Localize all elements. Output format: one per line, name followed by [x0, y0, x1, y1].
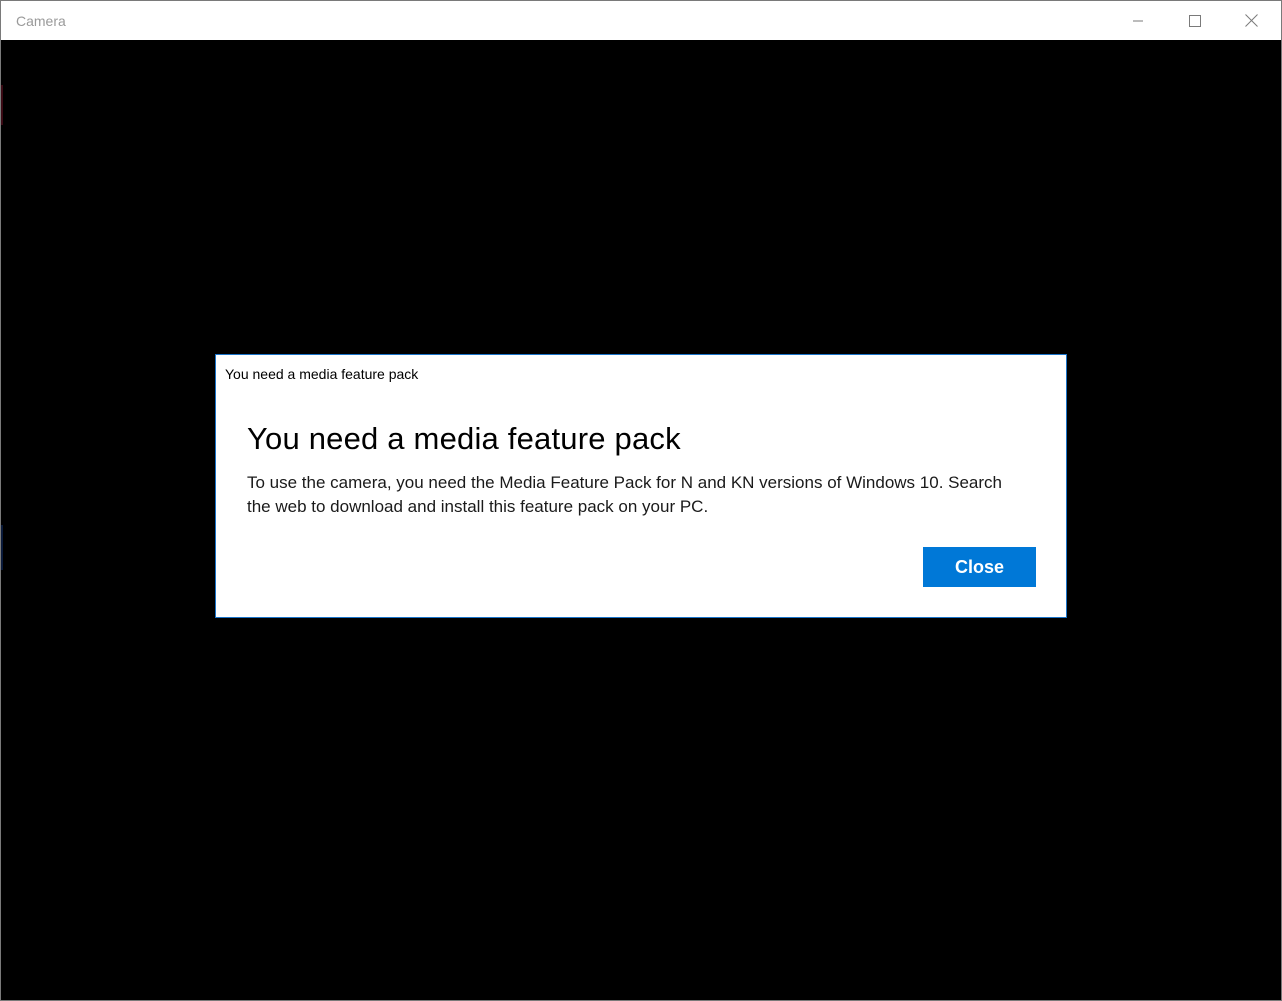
window-title: Camera	[16, 13, 66, 29]
edge-highlight	[1, 85, 3, 125]
close-window-button[interactable]	[1223, 1, 1280, 40]
camera-viewport: You need a media feature pack You need a…	[1, 40, 1281, 1000]
dialog-message: To use the camera, you need the Media Fe…	[247, 473, 1002, 516]
camera-window: Camera You need a media feature pack You…	[0, 0, 1282, 1001]
minimize-button[interactable]	[1109, 1, 1166, 40]
title-bar[interactable]: Camera	[1, 1, 1281, 40]
maximize-icon	[1188, 14, 1201, 27]
close-button[interactable]: Close	[923, 547, 1036, 587]
media-feature-pack-dialog: You need a media feature pack You need a…	[215, 354, 1067, 618]
close-icon	[1245, 14, 1258, 27]
maximize-button[interactable]	[1166, 1, 1223, 40]
dialog-heading: You need a media feature pack	[247, 421, 681, 456]
minimize-icon	[1132, 20, 1143, 21]
edge-highlight	[1, 525, 3, 570]
dialog-caption: You need a media feature pack	[225, 366, 419, 382]
